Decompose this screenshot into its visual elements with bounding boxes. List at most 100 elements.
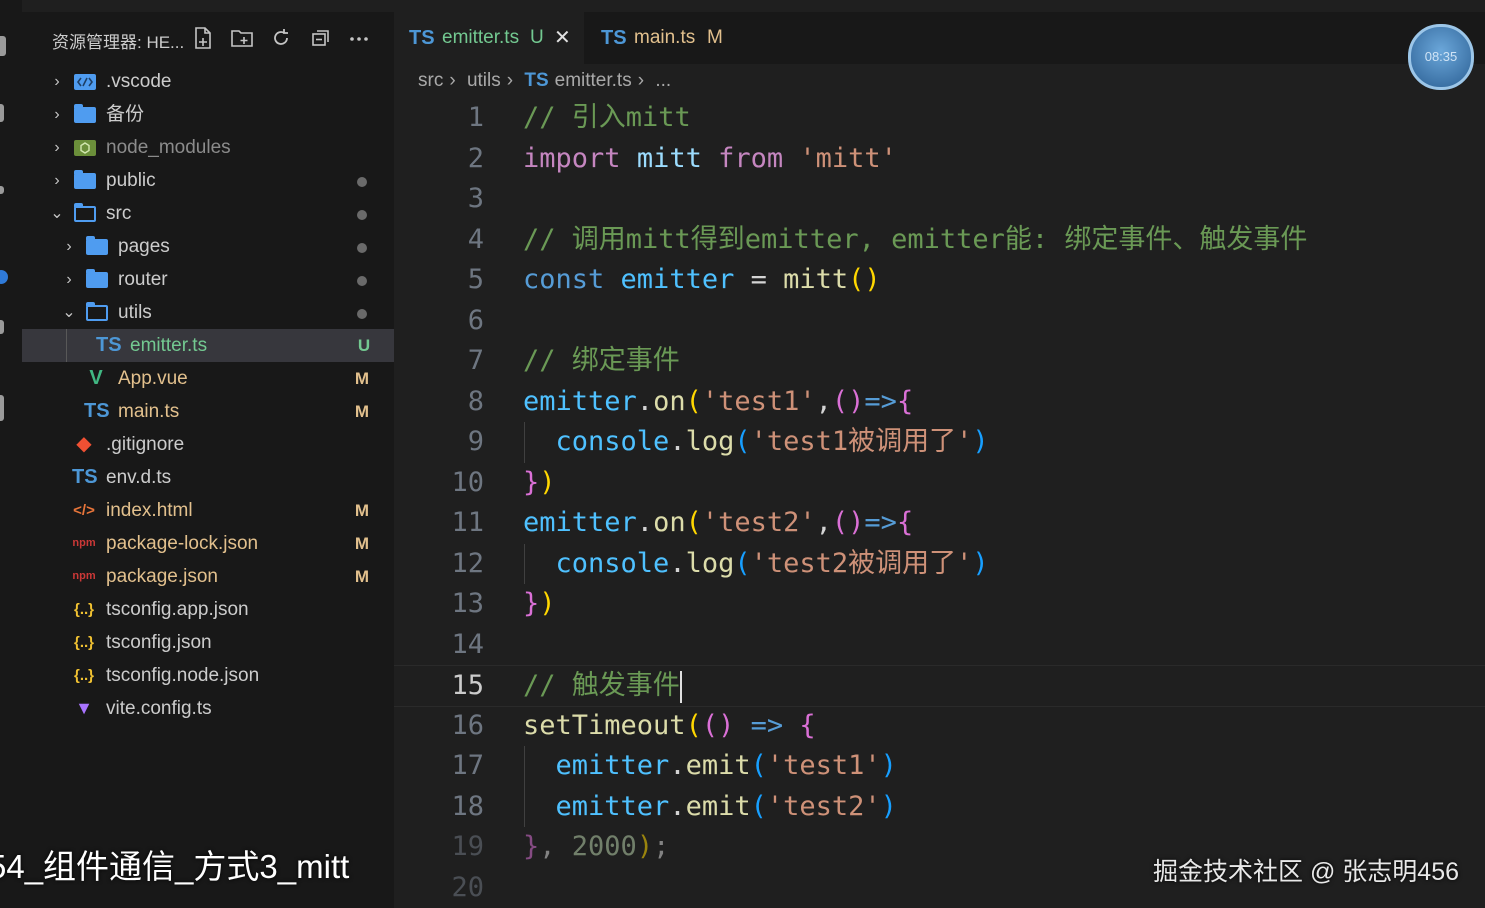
git-status-badge: M <box>354 567 370 586</box>
tree-item-backup[interactable]: › 备份 <box>22 98 394 131</box>
code-line[interactable]: 13}) <box>394 584 1485 624</box>
code-token: => <box>864 507 897 538</box>
tab-main-ts[interactable]: TS main.ts M <box>586 12 766 64</box>
code-line[interactable]: 11 emitter.on('test2',()=>{ <box>394 503 1485 543</box>
tree-item-node-modules[interactable]: › node_modules <box>22 131 394 164</box>
tree-item-tsconfig-app-json[interactable]: {..} tsconfig.app.json <box>22 593 394 626</box>
chevron-right-icon: › <box>54 73 60 90</box>
tree-item-index-html[interactable]: </> index.html M <box>22 494 394 527</box>
chevron-down-icon: ⌄ <box>62 304 76 321</box>
code-text: emitter.on('test2',()=>{ <box>523 503 913 543</box>
extensions-activity-icon[interactable] <box>0 395 4 421</box>
tree-item-env-d-ts[interactable]: TS env.d.ts <box>22 461 394 494</box>
code-token: . <box>636 385 654 417</box>
code-token: 'test2' <box>701 507 816 538</box>
code-token: ) <box>972 547 989 579</box>
code-editor[interactable]: src › utils › TS emitter.ts › ... 1// 引入mitt… <box>394 64 1485 908</box>
code-token: { <box>896 507 914 538</box>
chevron-right-icon: › <box>54 106 60 123</box>
code-line[interactable]: 15 // 触发事件 <box>394 665 1485 707</box>
code-line[interactable]: 10}) <box>394 463 1485 503</box>
breadcrumb-item[interactable]: emitter.ts <box>555 70 632 91</box>
breadcrumb-item[interactable]: utils <box>467 70 501 91</box>
close-icon[interactable]: ✕ <box>554 12 571 64</box>
code-token: { <box>896 385 914 417</box>
code-line[interactable]: 14 <box>394 625 1485 665</box>
debug-activity-icon[interactable] <box>0 320 4 334</box>
chevron-right-icon: › <box>66 271 72 288</box>
new-file-icon[interactable] <box>192 26 214 50</box>
code-token: => <box>750 709 784 741</box>
tree-item-main-ts[interactable]: TS main.ts M <box>22 395 394 428</box>
code-line[interactable]: 6 <box>394 301 1485 341</box>
tree-item-tsconfig-json[interactable]: {..} tsconfig.json <box>22 626 394 659</box>
code-line[interactable]: 17 emitter.emit('test1') <box>394 746 1485 786</box>
code-line[interactable]: 8 emitter.on('test1',()=>{ <box>394 382 1485 422</box>
source-control-activity-icon[interactable] <box>0 186 4 194</box>
code-token: const <box>523 264 605 295</box>
code-token: ( <box>750 790 767 822</box>
breadcrumb-item[interactable]: ... <box>655 70 671 91</box>
code-line[interactable]: 16 setTimeout(() => { <box>394 706 1485 746</box>
tree-item-label: emitter.ts <box>130 335 208 356</box>
code-line[interactable]: 18 emitter.emit('test2') <box>394 787 1485 827</box>
tree-item-utils[interactable]: ⌄ utils <box>22 296 394 329</box>
folder-open-icon <box>74 203 96 222</box>
tree-item-emitter-ts[interactable]: TS emitter.ts U <box>22 329 394 362</box>
breadcrumb-item[interactable]: src <box>418 70 443 91</box>
typescript-icon: TS <box>409 27 435 49</box>
tree-item-app-vue[interactable]: V App.vue M <box>22 362 394 395</box>
code-token: 2000 <box>571 831 637 862</box>
tree-item-pages[interactable]: › pages <box>22 230 394 263</box>
code-line[interactable]: 1 // 引入mitt <box>394 98 1485 138</box>
code-line[interactable]: 9 console.log('test1被调用了') <box>394 422 1485 462</box>
code-token: { <box>799 709 816 741</box>
code-token: // 调用mitt得到emitter, emitter能: 绑定事件、触发事件 <box>523 223 1308 255</box>
code-line[interactable]: 5 const emitter = mitt() <box>394 260 1485 300</box>
tree-item-package-json[interactable]: npm package.json M <box>22 560 394 593</box>
refresh-icon[interactable] <box>270 26 292 50</box>
code-token: emitter <box>555 790 670 822</box>
code-token: . <box>669 790 686 822</box>
typescript-icon: TS <box>96 334 122 356</box>
search-activity-icon[interactable] <box>0 104 4 122</box>
tree-item-label: env.d.ts <box>106 467 172 488</box>
git-status-badge: U <box>357 336 371 355</box>
git-status-badge: M <box>354 501 370 520</box>
tree-item-router[interactable]: › router <box>22 263 394 296</box>
code-token: () <box>831 507 865 538</box>
line-number: 18 <box>451 790 484 822</box>
editor-tabs: TS emitter.ts U ✕ TS main.ts M <box>394 12 1485 64</box>
code-token: = <box>734 264 784 295</box>
code-line[interactable]: 12 console.log('test2被调用了') <box>394 544 1485 584</box>
vue-icon: V <box>89 367 103 389</box>
tree-item-public[interactable]: › public <box>22 164 394 197</box>
more-actions-icon[interactable] <box>348 26 370 50</box>
tree-item-vscode[interactable]: › .vscode <box>22 65 394 98</box>
code-token: emitter <box>620 264 735 295</box>
code-line[interactable]: 7 // 绑定事件 <box>394 341 1485 381</box>
code-token: ) <box>880 750 897 781</box>
code-text: console.log('test1被调用了') <box>523 422 989 462</box>
code-token: mitt <box>636 142 702 174</box>
git-icon: ◆ <box>76 433 92 455</box>
tree-item-tsconfig-node-json[interactable]: {..} tsconfig.node.json <box>22 659 394 692</box>
tab-emitter-ts[interactable]: TS emitter.ts U ✕ <box>394 12 584 64</box>
explorer-activity-icon[interactable] <box>0 36 6 56</box>
explorer-header: 资源管理器: HE... <box>22 12 394 64</box>
code-line[interactable]: 3 <box>394 179 1485 219</box>
tree-item-vite-config-ts[interactable]: ▼ vite.config.ts <box>22 692 394 725</box>
git-status-badge: M <box>354 402 370 421</box>
code-line[interactable]: 2 import mitt from 'mitt' <box>394 139 1485 179</box>
collapse-all-icon[interactable] <box>310 26 332 50</box>
modified-dot-icon <box>357 276 367 286</box>
chevron-right-icon: › <box>54 139 60 156</box>
code-line[interactable]: 4 // 调用mitt得到emitter, emitter能: 绑定事件、触发事件 <box>394 220 1485 260</box>
tree-item-package-lock-json[interactable]: npm package-lock.json M <box>22 527 394 560</box>
tree-item-gitignore[interactable]: ◆ .gitignore <box>22 428 394 461</box>
code-token: emit <box>685 750 751 781</box>
tree-item-src[interactable]: ⌄ src <box>22 197 394 230</box>
new-folder-icon[interactable] <box>230 26 253 50</box>
